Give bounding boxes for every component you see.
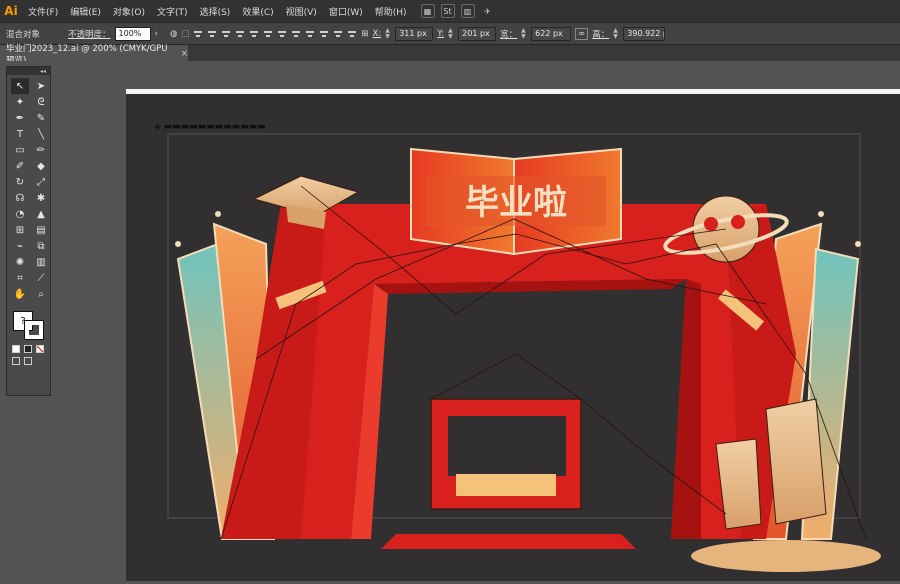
screen-mode-icon[interactable] bbox=[24, 357, 32, 365]
menu-edit[interactable]: 编辑(E) bbox=[64, 5, 107, 18]
distribute-top-icon[interactable] bbox=[277, 29, 287, 39]
blend-tool-icon[interactable]: ⧉ bbox=[32, 238, 50, 254]
lasso-tool-icon[interactable]: ᘓ bbox=[32, 94, 50, 110]
headline-text: 毕业啦 bbox=[465, 183, 567, 223]
selection-type-label: 混合对象 bbox=[6, 29, 41, 40]
puppet-warp-tool-icon[interactable]: ✱ bbox=[32, 190, 50, 206]
eraser-tool-icon[interactable]: ◆ bbox=[32, 158, 50, 174]
type-tool-icon[interactable]: T bbox=[11, 126, 29, 142]
perspective-grid-tool-icon[interactable]: ▲ bbox=[32, 206, 50, 222]
photo-frame bbox=[381, 398, 636, 549]
align-hcenter-icon[interactable] bbox=[207, 29, 217, 39]
warp-tool-icon[interactable]: ☊ bbox=[11, 190, 29, 206]
document-tab-bar: 毕业门2023_12.ai @ 200% (CMYK/GPU 预览) × bbox=[0, 44, 900, 66]
shape-builder-tool-icon[interactable]: ◔ bbox=[11, 206, 29, 222]
magic-wand-tool-icon[interactable]: ✦ bbox=[11, 94, 29, 110]
align-left-icon[interactable] bbox=[193, 29, 203, 39]
menu-select[interactable]: 选择(S) bbox=[194, 5, 237, 18]
menu-effect[interactable]: 效果(C) bbox=[236, 5, 279, 18]
height-input[interactable]: 390.922 px bbox=[623, 26, 666, 41]
height-label: 高： bbox=[592, 29, 610, 40]
none-mode-icon[interactable] bbox=[36, 345, 44, 353]
workspace-icon[interactable]: ▥ bbox=[460, 4, 475, 18]
stock-icon[interactable]: St bbox=[440, 4, 455, 18]
width-input[interactable]: 622 px bbox=[531, 26, 572, 41]
align-bottom-icon[interactable] bbox=[263, 29, 273, 39]
paintbrush-tool-icon[interactable]: ✏ bbox=[32, 142, 50, 158]
hand-tool-icon[interactable]: ✋ bbox=[11, 286, 29, 302]
slice-tool-icon[interactable]: ⟋ bbox=[32, 270, 50, 286]
line-tool-icon[interactable]: ╲ bbox=[32, 126, 50, 142]
opacity-label[interactable]: 不透明度： bbox=[68, 28, 111, 40]
opacity-input[interactable]: 100% bbox=[114, 26, 151, 41]
menu-help[interactable]: 帮助(H) bbox=[369, 5, 413, 18]
tools-panel: ◂◂ ↖ ➤ ✦ ᘓ ✒ ✎ T ╲ ▭ ✏ ✐ ◆ ↻ ⤢ ☊ ✱ ◔ ▲ ⊞… bbox=[6, 66, 51, 396]
transform-ref-icon[interactable]: ⊞ bbox=[361, 29, 368, 39]
headline-book: 毕业啦 bbox=[410, 147, 622, 256]
selection-tool-icon[interactable]: ↖ bbox=[11, 78, 29, 94]
x-input[interactable]: 311 px bbox=[395, 26, 434, 41]
align-vcenter-icon[interactable] bbox=[249, 29, 259, 39]
stroke-color-well[interactable] bbox=[24, 320, 44, 340]
y-label: Y: bbox=[437, 28, 445, 39]
eyedropper-tool-icon[interactable]: ⌁ bbox=[11, 238, 29, 254]
draw-mode-icon[interactable] bbox=[12, 357, 20, 365]
color-wells: ? bbox=[11, 309, 46, 340]
align-top-icon[interactable] bbox=[235, 29, 245, 39]
close-tab-icon[interactable]: × bbox=[181, 49, 188, 59]
scale-tool-icon[interactable]: ⤢ bbox=[32, 174, 50, 190]
pen-tool-icon[interactable]: ✒ bbox=[11, 110, 29, 126]
tools-panel-header[interactable]: ◂◂ bbox=[7, 67, 50, 75]
document-tab[interactable]: 毕业门2023_12.ai @ 200% (CMYK/GPU 预览) × bbox=[0, 44, 188, 66]
menu-view[interactable]: 视图(V) bbox=[280, 5, 323, 18]
menu-file[interactable]: 文件(F) bbox=[22, 5, 64, 18]
gradient-tool-icon[interactable]: ▤ bbox=[32, 222, 50, 238]
height-stepper[interactable]: ▲ ▼ bbox=[613, 27, 619, 40]
gradient-mode-icon[interactable] bbox=[24, 345, 32, 353]
width-label: 宽： bbox=[500, 29, 518, 40]
rotate-tool-icon[interactable]: ↻ bbox=[11, 174, 29, 190]
artboard[interactable]: ◈ ▬▬▬▬▬▬▬▬▬▬▬▬ 毕业啦 bbox=[126, 94, 900, 581]
zoom-tool-icon[interactable]: ⌕ bbox=[32, 286, 50, 302]
app-logo: Ai bbox=[4, 4, 18, 18]
artboard-tool-icon[interactable]: ⌗ bbox=[11, 270, 29, 286]
bridge-icon[interactable]: ▦ bbox=[420, 4, 435, 18]
distribute-hcenter-icon[interactable] bbox=[333, 29, 343, 39]
distribute-vcenter-icon[interactable] bbox=[291, 29, 301, 39]
recolor-icon[interactable]: ◍ bbox=[170, 29, 177, 39]
canvas[interactable]: ◈ ▬▬▬▬▬▬▬▬▬▬▬▬ 毕业啦 bbox=[0, 61, 900, 581]
rectangle-tool-icon[interactable]: ▭ bbox=[11, 142, 29, 158]
constrain-proportions-icon[interactable]: ∞ bbox=[575, 27, 589, 40]
x-stepper[interactable]: ▲ ▼ bbox=[385, 27, 391, 40]
distribute-left-icon[interactable] bbox=[319, 29, 329, 39]
gpu-performance-icon[interactable]: ✈ bbox=[481, 4, 495, 18]
mesh-tool-icon[interactable]: ⊞ bbox=[11, 222, 29, 238]
symbol-sprayer-tool-icon[interactable]: ✺ bbox=[11, 254, 29, 270]
menu-type[interactable]: 文字(T) bbox=[151, 5, 194, 18]
menu-window[interactable]: 窗口(W) bbox=[323, 5, 369, 18]
x-label: X: bbox=[372, 28, 382, 39]
curvature-tool-icon[interactable]: ✎ bbox=[32, 110, 50, 126]
column-graph-tool-icon[interactable]: ▥ bbox=[32, 254, 50, 270]
menu-bar: Ai 文件(F) 编辑(E) 对象(O) 文字(T) 选择(S) 效果(C) 视… bbox=[0, 0, 900, 22]
distribute-right-icon[interactable] bbox=[347, 29, 357, 39]
opacity-arrow-icon[interactable]: › bbox=[155, 29, 158, 39]
menu-object[interactable]: 对象(O) bbox=[107, 5, 151, 18]
direct-selection-tool-icon[interactable]: ➤ bbox=[32, 78, 50, 94]
y-stepper[interactable]: ▲ ▼ bbox=[448, 27, 454, 40]
distribute-bottom-icon[interactable] bbox=[305, 29, 315, 39]
width-stepper[interactable]: ▲ ▼ bbox=[521, 27, 527, 40]
artwork[interactable]: ◈ ▬▬▬▬▬▬▬▬▬▬▬▬ 毕业啦 bbox=[126, 94, 900, 581]
align-right-icon[interactable] bbox=[221, 29, 231, 39]
shaper-tool-icon[interactable]: ✐ bbox=[11, 158, 29, 174]
hidden-layer-label: ◈ ▬▬▬▬▬▬▬▬▬▬▬▬ bbox=[154, 122, 266, 132]
y-input[interactable]: 201 px bbox=[458, 26, 497, 41]
align-to-icon[interactable]: ⬚ bbox=[181, 29, 189, 39]
color-mode-icon[interactable] bbox=[12, 345, 20, 353]
